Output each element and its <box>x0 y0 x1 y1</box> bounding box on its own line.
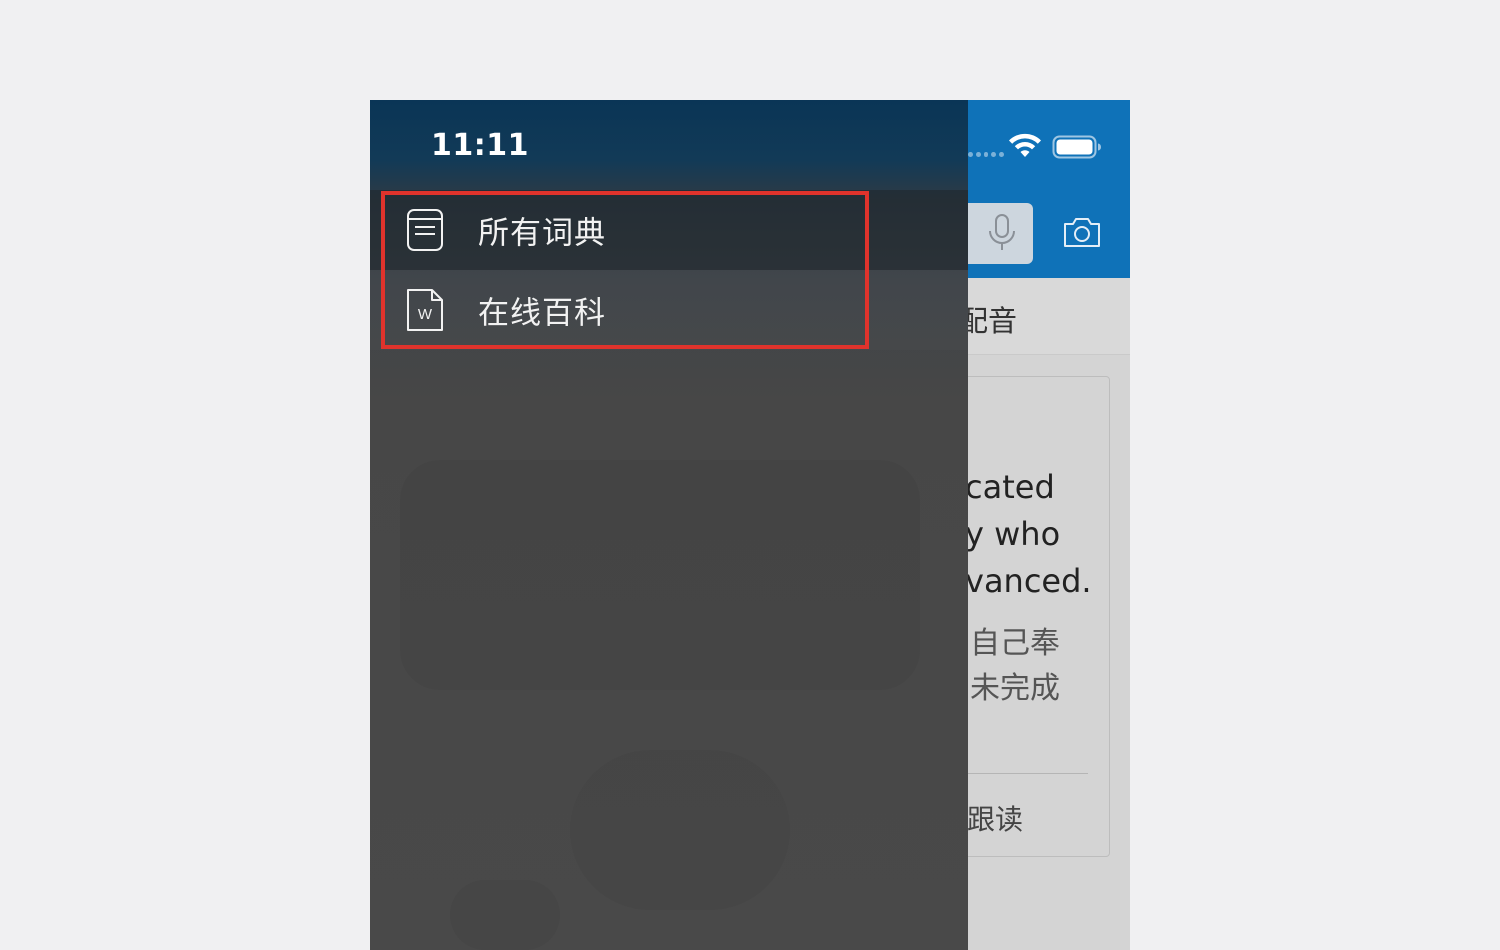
status-bar-time: 11:11 <box>431 128 529 163</box>
battery-icon <box>1052 135 1101 159</box>
card-chinese-line-2: 未完成 <box>970 671 1060 706</box>
screenshot-frame: 门配音 cated y who vanced. 自己奉 未完成 跟读 11:11 <box>0 0 1500 950</box>
blurred-background-shape <box>450 880 560 950</box>
drawer-menu-list: 所有词典 W 在线百科 <box>370 190 968 350</box>
card-chinese-line-1: 自己奉 <box>970 626 1060 661</box>
menu-item-online-wiki[interactable]: W 在线百科 <box>370 270 968 350</box>
camera-icon[interactable] <box>1062 214 1102 250</box>
follow-read-button[interactable]: 跟读 <box>967 798 1023 838</box>
wifi-icon <box>1009 133 1041 157</box>
dictionary-book-icon <box>407 209 443 251</box>
side-drawer: 11:11 所有词典 W 在线百科 <box>370 100 968 950</box>
menu-item-label: 所有词典 <box>478 215 606 252</box>
blurred-background-shape <box>570 750 790 910</box>
microphone-icon[interactable] <box>985 213 1019 253</box>
blurred-background-shape <box>400 460 920 690</box>
menu-item-all-dictionaries[interactable]: 所有词典 <box>370 190 968 270</box>
menu-item-label: 在线百科 <box>478 295 606 332</box>
phone-screen: 门配音 cated y who vanced. 自己奉 未完成 跟读 11:11 <box>370 100 1130 950</box>
card-english-line-2: y who <box>965 515 1061 553</box>
wiki-icon-letter: W <box>418 306 433 323</box>
card-english-line-1: cated <box>965 468 1055 506</box>
card-english-line-3: vanced. <box>965 562 1092 600</box>
cellular-signal-icon <box>968 152 1004 158</box>
wiki-document-icon: W <box>407 289 443 331</box>
